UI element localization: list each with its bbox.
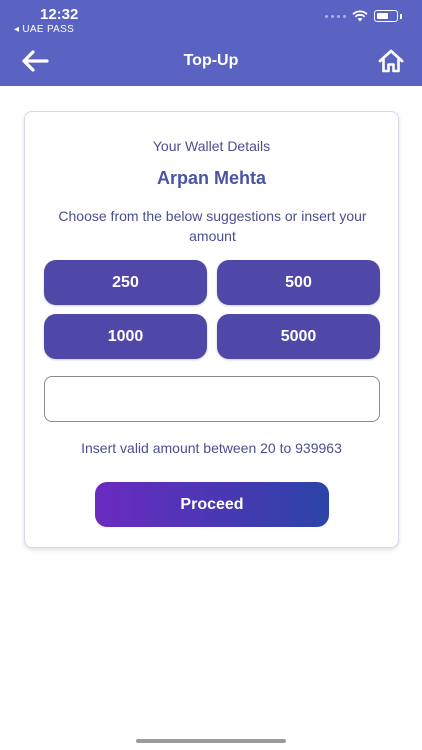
status-back-to-app[interactable]: ◂ UAE PASS <box>14 24 74 35</box>
wallet-owner-name: Arpan Mehta <box>156 168 266 188</box>
amount-5000-button[interactable]: 5000 <box>217 314 380 359</box>
status-time: 12:32 <box>40 6 79 23</box>
amount-suggestions: 250 500 1000 5000 <box>44 260 380 359</box>
amount-range-hint: Insert valid amount between 20 to 939963 <box>81 440 342 456</box>
home-indicator[interactable] <box>136 739 286 743</box>
signal-icon <box>325 14 346 18</box>
topup-card: Your Wallet Details Arpan Mehta Choose f… <box>24 111 399 548</box>
status-icons <box>325 10 402 22</box>
amount-instruction: Choose from the below suggestions or ins… <box>58 208 367 244</box>
wallet-details-label: Your Wallet Details <box>152 138 271 154</box>
battery-cap <box>400 13 402 19</box>
amount-250-button[interactable]: 250 <box>44 260 207 305</box>
battery-icon <box>374 10 398 22</box>
proceed-button[interactable]: Proceed <box>95 482 329 527</box>
wifi-icon <box>352 10 368 22</box>
amount-500-button[interactable]: 500 <box>217 260 380 305</box>
page-title: Top-Up <box>183 52 239 69</box>
app-header: 12:32 ◂ UAE PASS Top-Up <box>0 0 422 86</box>
amount-1000-button[interactable]: 1000 <box>44 314 207 359</box>
amount-input[interactable] <box>44 376 380 422</box>
home-icon[interactable] <box>378 48 404 74</box>
